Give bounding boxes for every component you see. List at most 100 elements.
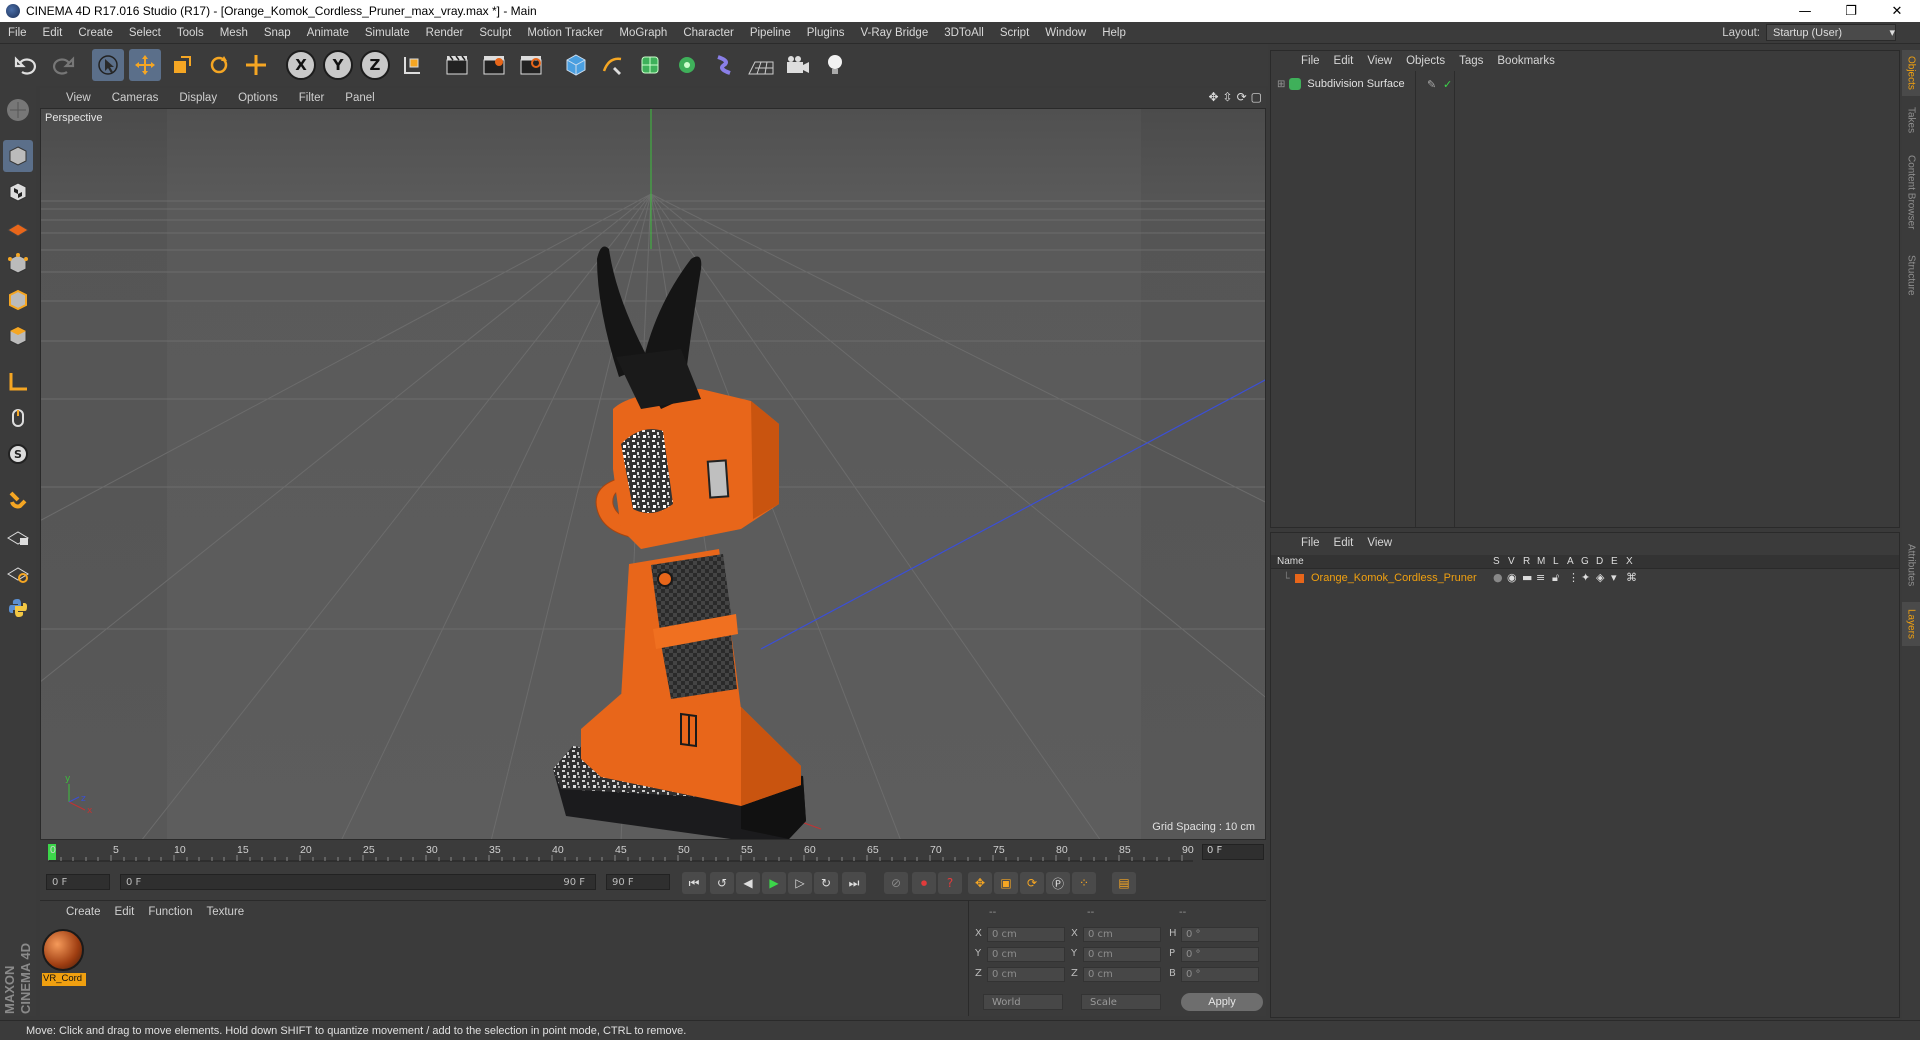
cube-primitive-icon[interactable] (560, 49, 592, 81)
column-xref[interactable]: X (1626, 556, 1633, 567)
model-mode-icon[interactable] (3, 140, 33, 172)
xref-toggle-icon[interactable]: ⌘ (1626, 571, 1637, 584)
objects-menu-view[interactable]: View (1367, 55, 1392, 67)
rot-b-field[interactable]: 0 ° (1181, 967, 1259, 982)
texture-mode-icon[interactable] (3, 176, 33, 208)
menu-pipeline[interactable]: Pipeline (742, 27, 799, 39)
menu-help[interactable]: Help (1094, 27, 1134, 39)
polygons-mode-icon[interactable] (3, 320, 33, 352)
goto-start-icon[interactable]: ⏮ (682, 872, 706, 894)
transform-tool-icon[interactable] (240, 49, 272, 81)
column-solo[interactable]: S (1493, 556, 1500, 567)
tab-structure[interactable]: Structure (1902, 244, 1920, 306)
menu-character[interactable]: Character (675, 27, 742, 39)
lock-toggle-icon[interactable]: 🔓︎ (1552, 571, 1559, 585)
workplane-mode-icon[interactable] (3, 212, 33, 244)
timeline-ruler[interactable]: 0 5 10 15 20 25 30 35 40 45 50 55 60 65 … (40, 840, 1266, 864)
python-icon[interactable] (3, 592, 33, 624)
deformer-icon[interactable] (708, 49, 740, 81)
next-frame-icon[interactable]: ▷ (788, 872, 812, 894)
column-manager[interactable]: M (1537, 556, 1545, 567)
viewport-menu-display[interactable]: Display (179, 92, 217, 104)
undo-button[interactable] (10, 49, 42, 81)
play-forward-icon[interactable]: ▶ (762, 872, 786, 894)
end-frame-field[interactable]: 90 F (606, 874, 670, 890)
material-menu-texture[interactable]: Texture (206, 906, 244, 918)
minimize-button[interactable]: — (1782, 0, 1828, 22)
tab-takes[interactable]: Takes (1902, 100, 1920, 140)
column-generators[interactable]: G (1581, 556, 1589, 567)
rotate-view-icon[interactable]: ⟳ (1237, 90, 1247, 104)
rotate-tool-icon[interactable] (203, 49, 235, 81)
coordinate-system-icon[interactable] (396, 49, 428, 81)
restore-button[interactable]: ❐ (1828, 0, 1874, 22)
edit-visibility-icon[interactable]: ✎ (1427, 78, 1436, 91)
tab-objects[interactable]: Objects (1902, 50, 1920, 96)
viewport-menu-cameras[interactable]: Cameras (112, 92, 159, 104)
pos-x-field[interactable]: 0 cm (987, 927, 1065, 942)
menu-select[interactable]: Select (121, 27, 169, 39)
render-to-picture-viewer-icon[interactable] (478, 49, 510, 81)
material-menu-edit[interactable]: Edit (115, 906, 135, 918)
key-pla-icon[interactable]: ⁘ (1072, 872, 1096, 894)
key-scale-icon[interactable]: ▣ (994, 872, 1018, 894)
live-selection-icon[interactable] (92, 49, 124, 81)
tab-content-browser[interactable]: Content Browser (1902, 144, 1920, 240)
material-name-label[interactable]: VR_Cord (42, 973, 86, 986)
points-mode-icon[interactable] (3, 248, 33, 280)
material-menu-create[interactable]: Create (66, 906, 101, 918)
record-keyframe-icon[interactable]: ⏺ (912, 872, 936, 894)
tab-layers[interactable]: Layers (1902, 602, 1920, 646)
layer-name[interactable]: Orange_Komok_Cordless_Pruner (1311, 572, 1477, 584)
menu-file[interactable]: File (0, 27, 35, 39)
pan-view-icon[interactable]: ✥ (1208, 90, 1218, 104)
generators-toggle-icon[interactable]: ✦ (1581, 571, 1590, 584)
menu-3dtoall[interactable]: 3DToAll (936, 27, 992, 39)
spline-pen-icon[interactable] (597, 49, 629, 81)
layer-row[interactable]: └ Orange_Komok_Cordless_Pruner ● ◉ ▬ ≡ 🔓… (1271, 571, 1899, 587)
menu-mograph[interactable]: MoGraph (611, 27, 675, 39)
deformers-toggle-icon[interactable]: ◈ (1596, 571, 1604, 584)
menu-motion-tracker[interactable]: Motion Tracker (519, 27, 611, 39)
dolly-view-icon[interactable]: ⇳ (1223, 90, 1233, 104)
goto-end-icon[interactable]: ⏭ (842, 872, 866, 894)
expand-icon[interactable]: ⊞ (1277, 79, 1285, 90)
use-model-mode-icon[interactable] (3, 94, 33, 126)
motion-path-icon[interactable]: ⊘ (884, 872, 908, 894)
autokeying-icon[interactable]: ? (938, 872, 962, 894)
viewport-menu-view[interactable]: View (66, 92, 91, 104)
menu-render[interactable]: Render (418, 27, 472, 39)
size-y-field[interactable]: 0 cm (1083, 947, 1161, 962)
visible-toggle-icon[interactable]: ◉ (1507, 571, 1517, 584)
manager-toggle-icon[interactable]: ≡ (1536, 571, 1545, 584)
menu-create[interactable]: Create (70, 27, 121, 39)
rot-h-field[interactable]: 0 ° (1181, 927, 1259, 942)
maximize-view-icon[interactable]: ▢ (1251, 90, 1262, 104)
move-tool-icon[interactable] (129, 49, 161, 81)
layers-menu-view[interactable]: View (1367, 537, 1392, 549)
menu-script[interactable]: Script (992, 27, 1037, 39)
tab-attributes[interactable]: Attributes (1902, 532, 1920, 598)
frame-range-slider[interactable]: 0 F 90 F (120, 874, 596, 890)
pos-y-field[interactable]: 0 cm (987, 947, 1065, 962)
viewport-menu-panel[interactable]: Panel (345, 92, 374, 104)
start-frame-field[interactable]: 0 F (46, 874, 110, 890)
lock-workplane-icon[interactable] (3, 520, 33, 552)
layers-menu-file[interactable]: File (1301, 537, 1320, 549)
column-expressions[interactable]: E (1611, 556, 1618, 567)
menu-snap[interactable]: Snap (256, 27, 299, 39)
layers-menu-edit[interactable]: Edit (1334, 537, 1354, 549)
objects-menu-objects[interactable]: Objects (1406, 55, 1445, 67)
workplane-grid-icon[interactable] (3, 556, 33, 588)
key-position-icon[interactable]: ✥ (968, 872, 992, 894)
objects-menu-tags[interactable]: Tags (1459, 55, 1483, 67)
object-name[interactable]: Subdivision Surface (1307, 78, 1404, 90)
menu-sculpt[interactable]: Sculpt (471, 27, 519, 39)
rot-p-field[interactable]: 0 ° (1181, 947, 1259, 962)
column-animation[interactable]: A (1567, 556, 1574, 567)
light-icon[interactable] (819, 49, 851, 81)
layer-color-swatch[interactable] (1295, 574, 1304, 583)
menu-plugins[interactable]: Plugins (799, 27, 853, 39)
close-button[interactable]: ✕ (1874, 0, 1920, 22)
goto-previous-keyframe-icon[interactable]: ↺ (710, 872, 734, 894)
